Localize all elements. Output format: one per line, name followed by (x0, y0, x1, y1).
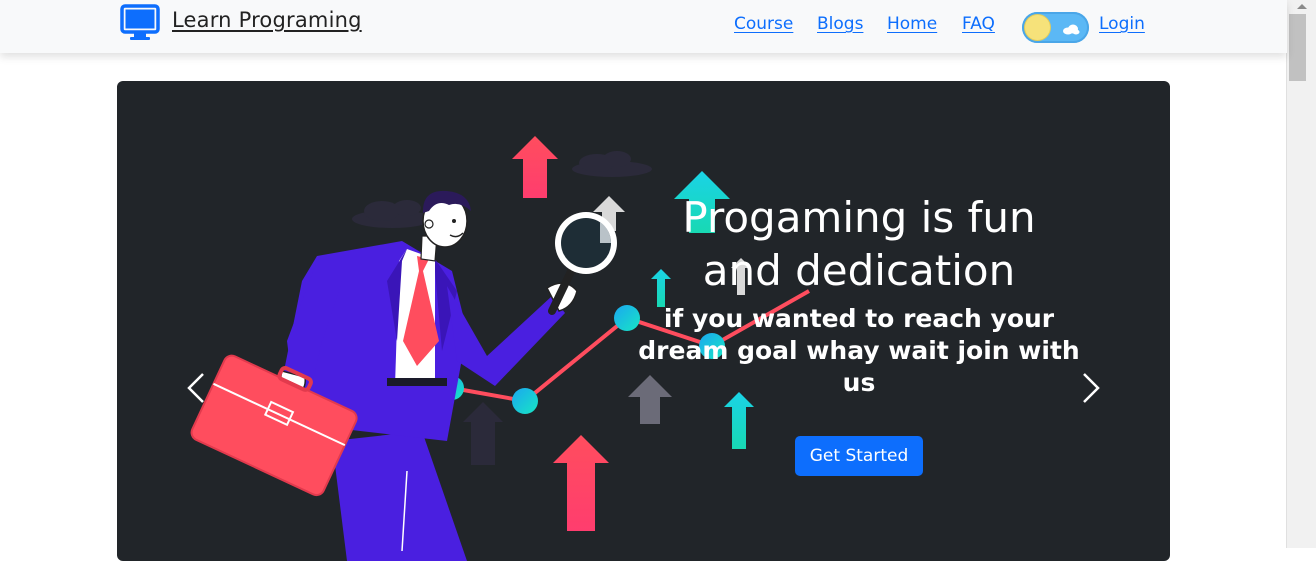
hero-subtitle: if you wanted to reach your dream goal w… (638, 304, 1080, 397)
cloud-icon (1063, 24, 1080, 35)
hero-carousel: Progaming is fun and dedication if you w… (117, 81, 1170, 561)
chevron-right-icon (1083, 373, 1100, 403)
scroll-thumb[interactable] (1289, 14, 1306, 81)
brand-link[interactable]: Learn Programing (172, 8, 362, 32)
login-link[interactable]: Login (1099, 14, 1145, 34)
nav-link-blogs[interactable]: Blogs (817, 14, 863, 34)
nav-link-faq[interactable]: FAQ (962, 14, 995, 34)
scroll-up-icon[interactable] (1297, 4, 1307, 9)
hero-title: Progaming is fun and dedication (682, 193, 1036, 295)
page-scrollbar[interactable] (1286, 0, 1316, 548)
nav-link-home[interactable]: Home (887, 14, 937, 34)
monitor-icon[interactable] (120, 4, 160, 42)
carousel-next-button[interactable] (1072, 366, 1112, 410)
carousel-prev-button[interactable] (175, 366, 215, 410)
sun-icon (1025, 15, 1050, 40)
theme-toggle[interactable] (1022, 12, 1089, 43)
get-started-button[interactable]: Get Started (794, 436, 924, 476)
carousel-caption: Progaming is fun and dedication if you w… (637, 191, 1081, 476)
navbar: Learn Programing Course Blogs Home FAQ L… (0, 0, 1287, 53)
nav-link-course[interactable]: Course (734, 14, 793, 34)
chevron-left-icon (187, 373, 204, 403)
